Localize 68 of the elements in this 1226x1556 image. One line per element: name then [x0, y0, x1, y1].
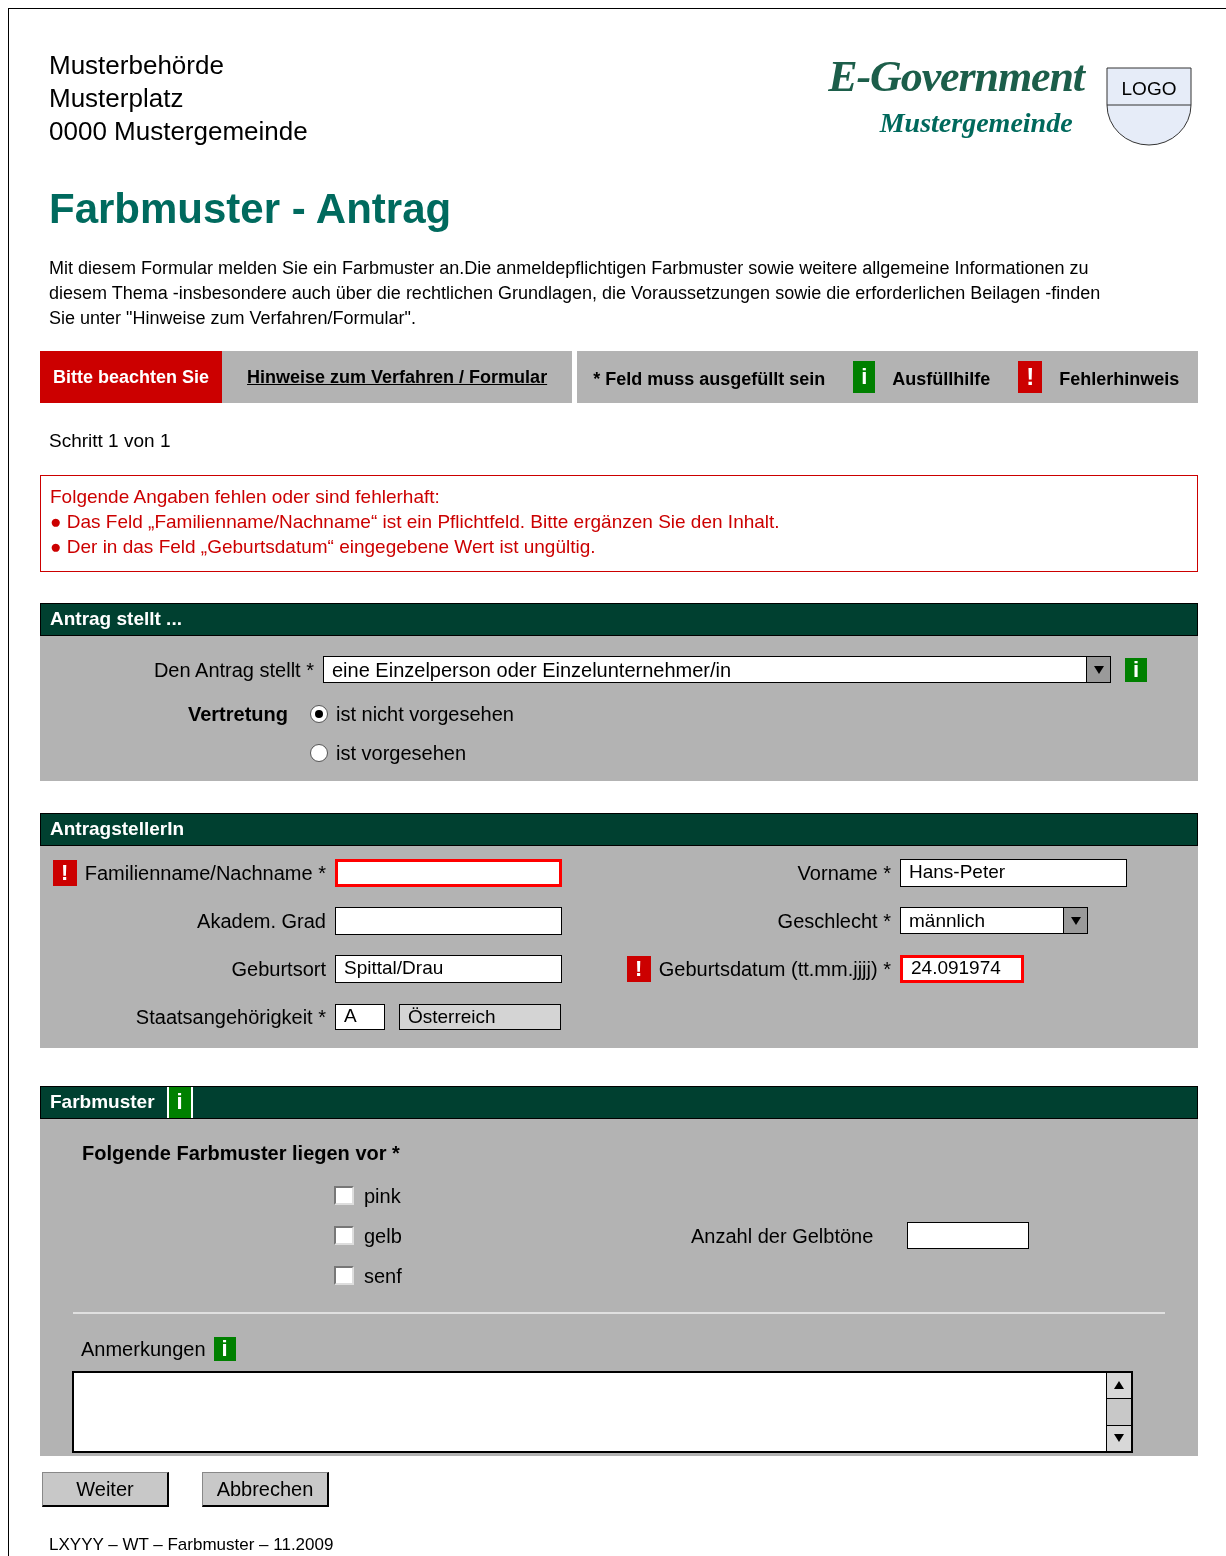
logo-label: LOGO [1120, 77, 1178, 101]
caret-icon [1093, 665, 1104, 674]
logo-subtitle: Mustergemeinde [878, 109, 1073, 137]
address-line: 0000 Mustergemeinde [49, 115, 308, 148]
text-area[interactable] [72, 1370, 1133, 1453]
select-field[interactable]: eine Einzelperson oder Einzelunternehmer/in [323, 656, 1111, 683]
page-title: Farbmuster - Antrag [48, 188, 453, 230]
error-icon: ! [626, 955, 651, 982]
field-label: Akadem. Grad [197, 908, 326, 934]
info-icon[interactable]: i [853, 361, 876, 393]
input-field[interactable]: Spittal/Drau [335, 954, 562, 983]
checkbox-label: pink [364, 1183, 401, 1209]
checkbox[interactable] [334, 1266, 354, 1285]
info-icon[interactable]: i [213, 1336, 236, 1361]
input-field[interactable]: A [335, 1003, 385, 1030]
section-title: AntragstellerIn [50, 816, 185, 841]
field-label: Geburtsort [231, 956, 326, 982]
tab[interactable]: Hinweise zum Verfahren / Formular [222, 351, 573, 403]
scroll-down-icon[interactable] [1114, 1434, 1124, 1442]
scrollbar[interactable] [1106, 1372, 1131, 1451]
field-label: Anzahl der Gelbtöne [691, 1223, 875, 1249]
legend-label: Ausfüllhilfe [892, 367, 991, 391]
checkbox[interactable] [334, 1226, 354, 1245]
tab[interactable]: Bitte beachten Sie [40, 351, 223, 403]
input-field[interactable] [335, 906, 562, 935]
form-button[interactable]: Weiter [42, 1471, 169, 1507]
radio-label: ist nicht vorgesehen [336, 701, 514, 727]
error-message: ● Der in das Feld „Geburtsdatum“ eingegebene Wert ist ungültig. [50, 534, 597, 559]
address-line: Musterplatz [49, 82, 185, 115]
field-label: Den Antrag stellt * [152, 657, 315, 683]
checkbox-label: senf [364, 1263, 402, 1289]
radio-button[interactable] [310, 704, 328, 723]
info-icon[interactable]: i [1125, 657, 1147, 682]
error-icon: ! [1018, 361, 1043, 393]
form-button[interactable]: Abbrechen [202, 1471, 329, 1507]
input-field[interactable]: 24.091974 [900, 954, 1024, 983]
input-field[interactable] [335, 858, 562, 887]
scroll-up-icon[interactable] [1114, 1381, 1124, 1389]
question-label: Folgende Farbmuster liegen vor * [81, 1140, 401, 1166]
step-indicator: Schritt 1 von 1 [48, 429, 172, 453]
checkbox[interactable] [334, 1186, 354, 1205]
field-label: Familienname/Nachname * [84, 860, 326, 886]
radio-button[interactable] [310, 743, 328, 762]
logo-title: E-Government [828, 55, 1084, 99]
field-label: Geburtsdatum (tt.mm.jjjj) * [658, 956, 891, 982]
address-line: Musterbehörde [49, 49, 225, 82]
checkbox-label: gelb [364, 1223, 402, 1249]
field-label: Anmerkungen [81, 1336, 206, 1362]
intro-text: Mit diesem Formular melden Sie ein Farbmuster an.Die anmeldepflichtigen Farbmuster sowie weitere allgemeine Informationen zu diesem Thema -insbesondere auch über die rechtlichen Grundlagen, die Voraussetzungen sowie die erforderlichen Beilagen -finden Sie unter "Hinweise zum Verfahren/Formular". [48, 257, 1102, 330]
input-field[interactable] [907, 1222, 1029, 1249]
error-icon: ! [52, 859, 77, 886]
legend-label: * Feld muss ausgefüllt sein [593, 367, 826, 391]
error-title: Folgende Angaben fehlen oder sind fehlerhaft: [50, 484, 441, 509]
select-field[interactable]: männlich [900, 907, 1088, 934]
field-label: Geschlecht * [777, 908, 891, 934]
info-icon[interactable]: i [168, 1086, 191, 1118]
section-title: Antrag stellt ... [50, 606, 182, 631]
input-field: Österreich [399, 1003, 561, 1030]
legend-label: Fehlerhinweis [1059, 367, 1180, 391]
radio-label: ist vorgesehen [336, 740, 467, 766]
radio-group-label: Vertretung [186, 701, 289, 727]
field-label: Vorname * [797, 860, 891, 886]
section-title: Farbmuster [50, 1089, 155, 1114]
input-field[interactable]: Hans-Peter [900, 858, 1127, 887]
caret-icon [1070, 916, 1081, 925]
footer-text: LXYYY – WT – Farbmuster – 11.2009 [48, 1534, 335, 1555]
error-message: ● Das Feld „Familienname/Nachname“ ist ein Pflichtfeld. Bitte ergänzen Sie den Inhalt. [50, 509, 781, 534]
field-label: Staatsangehörigkeit * [135, 1004, 326, 1030]
